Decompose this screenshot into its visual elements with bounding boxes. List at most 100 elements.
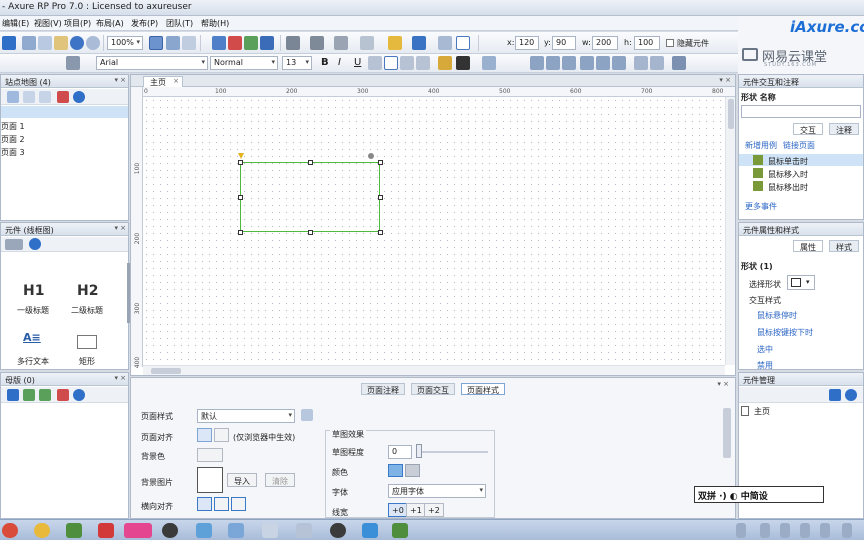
fill-color-icon[interactable] [388, 36, 402, 50]
redo-icon[interactable] [86, 36, 100, 50]
align-center-page-icon[interactable] [214, 428, 229, 442]
event-mouse-leave[interactable]: 鼠标移出时 [768, 182, 808, 193]
ime-toolbar[interactable]: 双拼 ·) ◐ 中简设 [694, 486, 824, 503]
disabled-style-link[interactable]: 禁用 [757, 360, 773, 371]
border-color-icon[interactable] [412, 36, 426, 50]
app-icon[interactable] [2, 523, 18, 538]
size-select[interactable]: 13 ▾ [282, 56, 312, 70]
sketch-slider-thumb[interactable] [416, 444, 422, 458]
delete-master-icon[interactable] [57, 389, 69, 401]
distribute-v-icon[interactable] [650, 56, 664, 70]
bullet-icon[interactable] [482, 56, 496, 70]
send-back-icon[interactable] [244, 36, 258, 50]
app-icon[interactable] [228, 523, 244, 538]
border-style-icon[interactable] [286, 36, 300, 50]
link-page-link[interactable]: 链接页面 [783, 140, 815, 151]
properties-scrollbar[interactable] [723, 408, 731, 458]
align-left-page-icon[interactable] [197, 428, 212, 442]
heading2-widget-icon[interactable]: H2 [77, 283, 98, 299]
align-objects-middle-icon[interactable] [596, 56, 610, 70]
app-icon[interactable] [362, 523, 378, 538]
zoom-select[interactable]: 100% ▾ [107, 36, 143, 50]
menu-edit[interactable]: 编辑(E) [2, 18, 29, 29]
add-master-icon[interactable] [7, 389, 19, 401]
menu-project[interactable]: 项目(P) [64, 18, 91, 29]
resize-handle[interactable] [238, 160, 243, 165]
canvas-vertical-scrollbar[interactable] [725, 97, 735, 365]
textarea-widget-icon[interactable]: A≡ [23, 331, 41, 344]
clear-button[interactable]: 清除 [265, 473, 295, 487]
corner-radius-handle[interactable] [238, 153, 244, 159]
app-icon[interactable] [262, 523, 278, 538]
resize-handle[interactable] [238, 195, 243, 200]
halign-center-icon[interactable] [214, 497, 229, 511]
sitemap-page-1[interactable]: 页面 1 [1, 121, 25, 132]
manager-item-home[interactable]: 主页 [754, 406, 770, 417]
pin-icon[interactable]: ▾ [114, 374, 118, 382]
tray-icon[interactable] [780, 523, 790, 538]
tab-menu-icon[interactable]: ▾ × [719, 76, 731, 84]
font-select[interactable]: Arial ▾ [96, 56, 208, 70]
hidden-checkbox[interactable] [666, 39, 674, 47]
qq-icon[interactable] [162, 523, 178, 538]
close-icon[interactable]: × [120, 224, 126, 232]
tab-properties[interactable]: 属性 [793, 240, 823, 252]
tab-home[interactable]: 主页 × [143, 76, 183, 87]
search-icon[interactable] [845, 389, 857, 401]
tray-icon[interactable] [820, 523, 830, 538]
delete-page-icon[interactable] [57, 91, 69, 103]
color-mode-icon[interactable] [388, 464, 403, 477]
tray-icon[interactable] [736, 523, 746, 538]
scroll-thumb[interactable] [151, 368, 181, 374]
line-width-0[interactable]: +0 [388, 503, 408, 517]
menu-team[interactable]: 团队(T) [166, 18, 193, 29]
line-width-icon[interactable] [310, 36, 324, 50]
filter-icon[interactable] [829, 389, 841, 401]
close-icon[interactable]: × [173, 77, 179, 85]
align-left-icon[interactable] [368, 56, 382, 70]
italic-button[interactable]: I [338, 57, 341, 68]
sitemap-page-2[interactable]: 页面 2 [1, 134, 25, 145]
select-shape-button[interactable]: ▾ [787, 275, 815, 290]
tray-icon[interactable] [760, 523, 770, 538]
text-highlight-icon[interactable] [438, 56, 452, 70]
tray-icon[interactable] [800, 523, 810, 538]
tab-page-interactions[interactable]: 页面交互 [411, 383, 455, 395]
paste-icon[interactable] [54, 36, 68, 50]
app-icon[interactable] [98, 523, 114, 538]
text-valign-icon[interactable] [456, 36, 470, 50]
select-mode-icon[interactable] [149, 36, 163, 50]
align-objects-right-icon[interactable] [562, 56, 576, 70]
close-icon[interactable]: × [120, 374, 126, 382]
connector-icon[interactable] [166, 36, 180, 50]
sitemap-selected-row[interactable] [1, 106, 128, 118]
new-icon[interactable] [2, 36, 16, 50]
app-icon[interactable] [296, 523, 312, 538]
group-icon[interactable] [212, 36, 226, 50]
sketch-degree-field[interactable]: 0 [388, 445, 412, 459]
align-objects-center-icon[interactable] [546, 56, 560, 70]
canvas-horizontal-scrollbar[interactable] [143, 365, 725, 375]
line-width-1[interactable]: +1 [406, 503, 426, 517]
align-objects-top-icon[interactable] [580, 56, 594, 70]
search-icon[interactable] [73, 91, 85, 103]
cut-icon[interactable] [22, 36, 36, 50]
arrange-icon[interactable] [260, 36, 274, 50]
align-center-icon[interactable] [384, 56, 398, 70]
halign-right-icon[interactable] [231, 497, 246, 511]
underline-button[interactable]: U [354, 57, 361, 68]
x-field[interactable]: 120 [515, 36, 539, 50]
copy-icon[interactable] [38, 36, 52, 50]
move-down-icon[interactable] [39, 389, 51, 401]
event-mouse-enter[interactable]: 鼠标移入时 [768, 169, 808, 180]
qq-icon[interactable] [330, 523, 346, 538]
arrow-style-icon[interactable] [360, 36, 374, 50]
resize-handle[interactable] [378, 195, 383, 200]
resize-handle[interactable] [378, 160, 383, 165]
rectangle-shape[interactable] [238, 153, 383, 235]
grayscale-mode-icon[interactable] [405, 464, 420, 477]
tab-notes[interactable]: 注释 [829, 123, 859, 135]
menu-layout[interactable]: 布局(A) [96, 18, 124, 29]
move-down-icon[interactable] [39, 91, 51, 103]
resize-handle[interactable] [308, 160, 313, 165]
